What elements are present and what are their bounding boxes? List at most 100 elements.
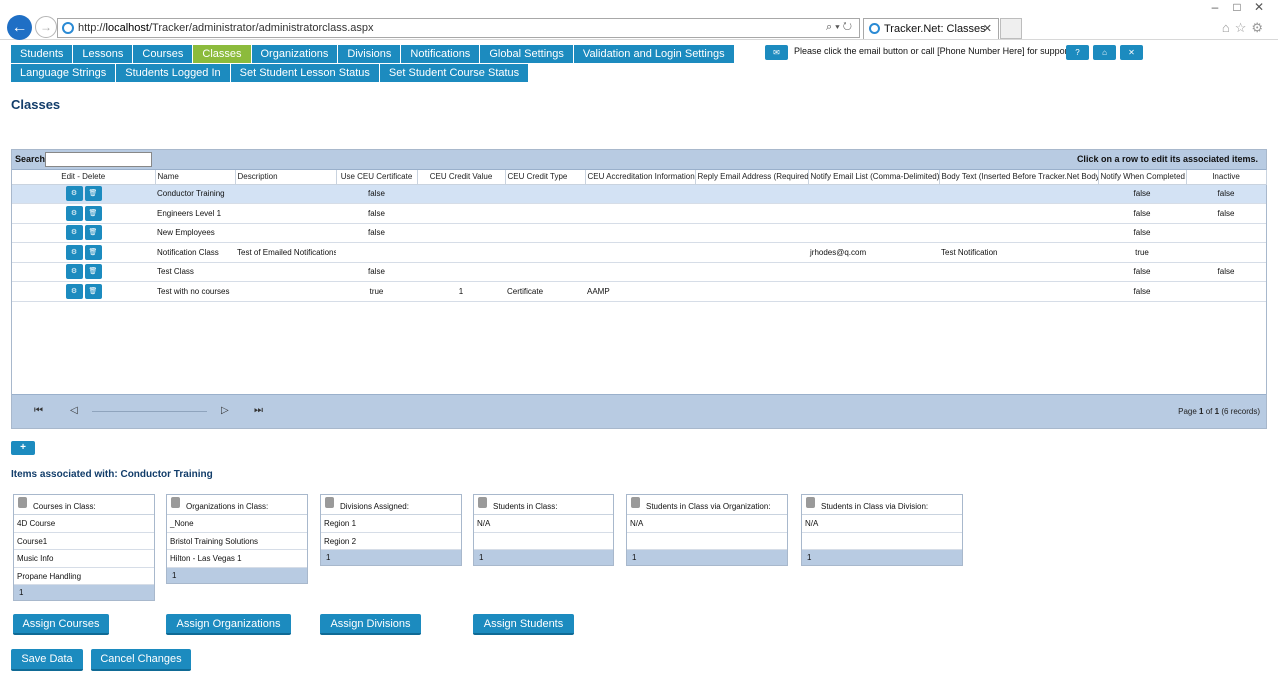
list-item[interactable]: N/A [627, 515, 787, 533]
cell-notify-completed: false [1098, 262, 1186, 282]
list-item[interactable]: Bristol Training Solutions [167, 533, 307, 550]
search-input[interactable] [45, 152, 152, 167]
new-tab-button[interactable] [1000, 18, 1022, 39]
column-header[interactable]: Name [155, 170, 236, 185]
add-class-button[interactable]: + [11, 441, 35, 455]
list-item[interactable]: N/A [802, 515, 962, 533]
nav-row-1: Students Lessons Courses Classes Organizatio… [11, 45, 735, 64]
assign-students-button[interactable]: Assign Students [473, 614, 574, 635]
table-row[interactable]: ⚙ 🗑 Test with no courses true 1 Certificate AA… [12, 281, 1266, 302]
nav-tab-validation-and-login-settings[interactable]: Validation and Login Settings [573, 45, 735, 64]
list-item[interactable]: Region 2 [321, 533, 461, 550]
column-header[interactable]: CEU Accreditation Information [585, 170, 696, 185]
column-header[interactable]: Edit - Delete [12, 170, 156, 185]
nav-tab-language-strings[interactable]: Language Strings [11, 64, 117, 83]
nav-row-2: Language Strings Students Logged In Set St… [11, 64, 681, 83]
close-tab-icon[interactable]: ✕ [983, 22, 992, 35]
list-item[interactable]: Propane Handling [14, 568, 154, 585]
nav-tab-students-logged-in[interactable]: Students Logged In [116, 64, 231, 83]
maximize-icon[interactable]: □ [1226, 0, 1248, 14]
column-header[interactable]: Use CEU Certificate [336, 170, 418, 185]
edit-icon[interactable]: ⚙ [65, 205, 83, 221]
list-item[interactable] [802, 533, 962, 550]
edit-icon[interactable]: ⚙ [65, 225, 83, 241]
nav-tab-global-settings[interactable]: Global Settings [480, 45, 574, 64]
nav-tab-divisions[interactable]: Divisions [338, 45, 402, 64]
list-header: Students in Class via Division: [802, 495, 962, 515]
nav-tab-courses[interactable]: Courses [133, 45, 194, 64]
nav-tab-lessons[interactable]: Lessons [73, 45, 134, 64]
edit-icon[interactable]: ⚙ [65, 244, 83, 260]
edit-icon[interactable]: ⚙ [65, 186, 83, 202]
list-header: Divisions Assigned: [321, 495, 461, 515]
home-button[interactable]: ⌂ [1093, 45, 1116, 60]
assign-courses-button[interactable]: Assign Courses [13, 614, 109, 635]
last-page-icon[interactable]: ⏭ [254, 405, 263, 416]
first-page-icon[interactable]: ⏮ [34, 405, 43, 416]
edit-icon[interactable]: ⚙ [65, 283, 83, 299]
support-text: Please click the email button or call [P… [794, 46, 1073, 56]
logout-button[interactable]: ✕ [1120, 45, 1143, 60]
column-header[interactable]: Body Text (Inserted Before Tracker.Net B… [939, 170, 1099, 185]
edit-icon[interactable]: ⚙ [65, 264, 83, 280]
page-title: Classes [11, 97, 61, 112]
list-header-icon [171, 497, 180, 508]
home-icon[interactable]: ⌂ [1222, 20, 1235, 35]
list-item[interactable]: Music Info [14, 550, 154, 568]
nav-tab-set-student-lesson-status[interactable]: Set Student Lesson Status [230, 64, 380, 83]
column-header[interactable]: Notify When Completed [1098, 170, 1187, 185]
list-item[interactable]: 4D Course [14, 515, 154, 533]
nav-tab-notifications[interactable]: Notifications [401, 45, 481, 64]
settings-gear-icon[interactable]: ⚙ [1251, 20, 1268, 35]
list-item[interactable]: _None [167, 515, 307, 533]
delete-trash-icon[interactable]: 🗑 [84, 186, 102, 202]
delete-trash-icon[interactable]: 🗑 [84, 225, 102, 241]
table-row[interactable]: ⚙ 🗑 Engineers Level 1 false false false [12, 203, 1266, 224]
row-actions: ⚙ 🗑 [12, 242, 155, 263]
list-item[interactable]: Region 1 [321, 515, 461, 533]
prev-page-icon[interactable]: ◁ [70, 405, 78, 416]
delete-trash-icon[interactable]: 🗑 [84, 283, 102, 299]
column-header[interactable]: Inactive [1186, 170, 1267, 185]
save-data-button[interactable]: Save Data [11, 649, 83, 671]
delete-trash-icon[interactable]: 🗑 [84, 205, 102, 221]
cell-ceu-type [505, 184, 585, 204]
email-icon[interactable]: ✉ [765, 45, 788, 60]
column-header[interactable]: CEU Credit Value [417, 170, 506, 185]
delete-trash-icon[interactable]: 🗑 [84, 244, 102, 260]
search-icon[interactable]: ⌕▾↻ [826, 21, 855, 34]
list-item[interactable] [474, 533, 613, 550]
favorites-star-icon[interactable]: ☆ [1235, 20, 1252, 35]
nav-tab-organizations[interactable]: Organizations [251, 45, 339, 64]
assign-organizations-button[interactable]: Assign Organizations [166, 614, 291, 635]
help-button[interactable]: ? [1066, 45, 1089, 60]
table-row[interactable]: ⚙ 🗑 New Employees false false [12, 223, 1266, 243]
column-header[interactable]: Notify Email List (Comma-Delimited) [808, 170, 940, 185]
table-row[interactable]: ⚙ 🗑 Conductor Training false false false [12, 184, 1266, 204]
forward-arrow-icon[interactable]: → [35, 16, 57, 38]
table-row[interactable]: ⚙ 🗑 Notification Class Test of Emailed Noti… [12, 242, 1266, 263]
window-controls: – □ ✕ [1204, 0, 1270, 14]
address-bar[interactable]: http://localhost/Tracker/administrator/a… [57, 18, 860, 38]
next-page-icon[interactable]: ▷ [221, 405, 229, 416]
cancel-changes-button[interactable]: Cancel Changes [91, 649, 191, 671]
page-slider[interactable] [92, 411, 207, 412]
list-item[interactable]: Hilton - Las Vegas 1 [167, 550, 307, 568]
assign-divisions-button[interactable]: Assign Divisions [320, 614, 421, 635]
cell-description [235, 184, 336, 204]
column-header[interactable]: Description [235, 170, 337, 185]
back-arrow-icon[interactable]: ← [7, 15, 32, 40]
column-header[interactable]: CEU Credit Type [505, 170, 586, 185]
list-item[interactable]: Course1 [14, 533, 154, 550]
nav-tab-set-student-course-status[interactable]: Set Student Course Status [379, 64, 530, 83]
table-row[interactable]: ⚙ 🗑 Test Class false false false [12, 262, 1266, 282]
delete-trash-icon[interactable]: 🗑 [84, 264, 102, 280]
close-window-icon[interactable]: ✕ [1248, 0, 1270, 14]
list-item[interactable]: N/A [474, 515, 613, 533]
nav-tab-students[interactable]: Students [11, 45, 74, 64]
column-header[interactable]: Reply Email Address (Required) [695, 170, 809, 185]
minimize-icon[interactable]: – [1204, 0, 1226, 14]
browser-tab[interactable]: Tracker.Net: Classes ✕ [863, 18, 999, 39]
list-item[interactable] [627, 533, 787, 550]
nav-tab-classes[interactable]: Classes [193, 45, 252, 64]
